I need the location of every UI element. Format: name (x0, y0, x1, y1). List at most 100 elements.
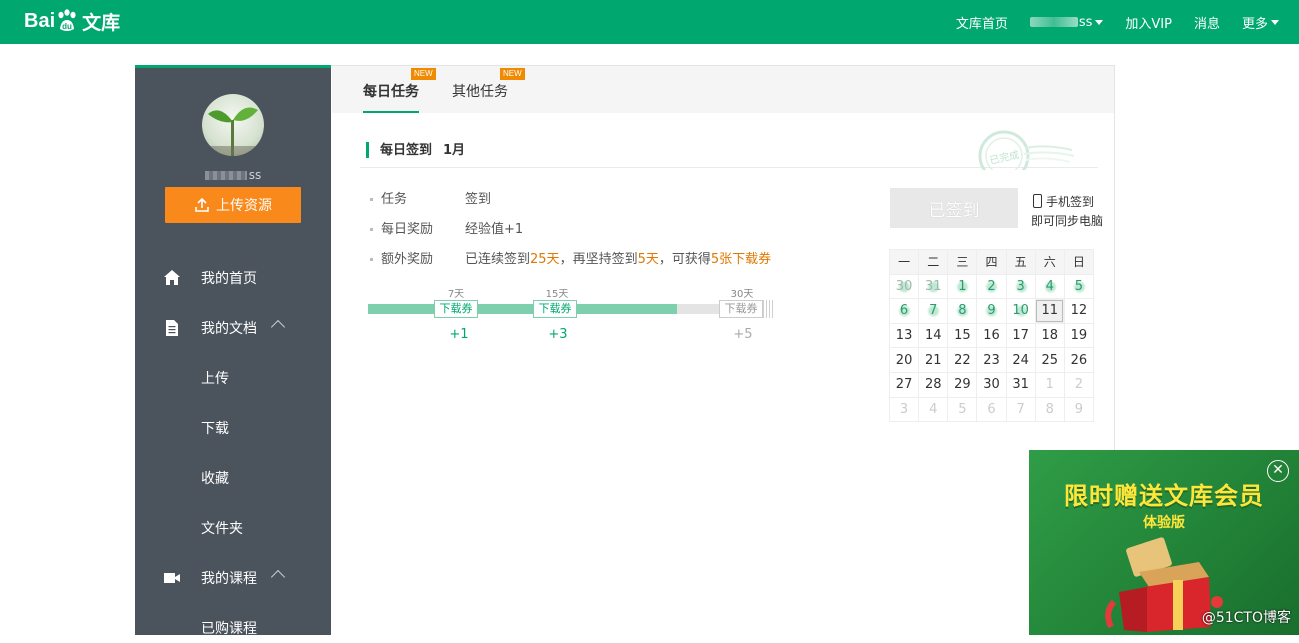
calendar-day: 25 (1034, 347, 1065, 373)
new-badge: NEW (411, 68, 436, 80)
sidebar-item-label: 已购课程 (201, 621, 257, 637)
calendar-day-other-month: 7 (1005, 396, 1036, 423)
calendar-day-signed: 5 (1063, 273, 1095, 300)
nav-wenku-home[interactable]: 文库首页 (956, 13, 1008, 32)
remaining-days: 5天 (637, 252, 659, 267)
upload-resource-label: 上传资源 (216, 198, 272, 214)
avatar[interactable] (202, 94, 264, 156)
vip-promo-popup[interactable]: ✕ 限时赠送文库会员 体验版 @51CTO博客 (1029, 450, 1299, 635)
calendar-day-signed: 31 (918, 273, 949, 300)
calendar-day: 22 (947, 347, 978, 373)
extra-reward-text: ，可获得 (658, 252, 711, 267)
calendar-day: 23 (976, 347, 1007, 373)
calendar-day-other-month: 6 (976, 396, 1007, 423)
sign-calendar: 一 二 三 四 五 六 日 30 31 1 2 3 4 5 6 7 8 9 10… (888, 249, 1095, 423)
top-bar: Bai du 文库 文库首页 ss 加入VIP 消息 更多 (0, 0, 1299, 44)
document-icon (166, 320, 178, 336)
stamp-text: 已完成 (988, 148, 1020, 167)
weekday-label: 日 (1063, 249, 1095, 275)
calendar-day: 27 (888, 371, 920, 398)
sidebar-item-my-courses[interactable]: 我的课程 (135, 563, 331, 593)
nav-more[interactable]: 更多 (1242, 13, 1279, 32)
nav-messages[interactable]: 消息 (1194, 13, 1220, 32)
task-value: 签到 (465, 192, 492, 207)
username-blur (1029, 17, 1078, 27)
chevron-up-icon (270, 569, 286, 585)
logo-text-du: du (62, 22, 72, 31)
calendar-day-other-month: 9 (1063, 396, 1095, 423)
upload-resource-button[interactable]: 上传资源 (165, 187, 301, 223)
calendar-day: 26 (1063, 347, 1095, 373)
coupon-count: 5张下载券 (710, 252, 772, 267)
sidebar-item-label: 下载 (201, 421, 229, 437)
calendar-day-signed: 3 (1005, 273, 1036, 300)
promo-title: 限时赠送文库会员 (1064, 482, 1264, 510)
calendar-day: 15 (947, 322, 978, 349)
progress-end-cap (763, 300, 775, 318)
calendar-week-row: 20 21 22 23 24 25 26 (888, 347, 1095, 373)
sidebar-item-download[interactable]: 下载 (135, 413, 331, 443)
nav-username-suffix: ss (1078, 14, 1093, 30)
nav-user-menu[interactable]: ss (1029, 14, 1104, 30)
weekday-label: 六 (1034, 249, 1065, 275)
sidebar-item-folders[interactable]: 文件夹 (135, 513, 331, 543)
sidebar-item-upload[interactable]: 上传 (135, 363, 331, 393)
sidebar-item-my-docs[interactable]: 我的文档 (135, 313, 331, 343)
bullet-icon (370, 198, 373, 201)
calendar-day: 31 (1005, 371, 1036, 398)
username-suffix: ss (248, 168, 262, 182)
calendar-day-signed: 10 (1005, 298, 1036, 324)
milestone-plus: +3 (548, 327, 568, 342)
sidebar-item-favorites[interactable]: 收藏 (135, 463, 331, 493)
weekday-label: 四 (976, 249, 1007, 275)
streak-days: 25天 (530, 252, 560, 267)
calendar-day: 30 (976, 371, 1007, 398)
sidebar-item-label: 收藏 (201, 471, 229, 487)
calendar-week-row: 13 14 15 16 17 18 19 (888, 322, 1095, 349)
nav-more-label: 更多 (1241, 16, 1268, 32)
tab-label: 其他任务 (452, 84, 508, 100)
sidebar-item-purchased-courses[interactable]: 已购课程 (135, 613, 331, 643)
home-icon (164, 270, 180, 285)
sidebar-item-label: 上传 (201, 371, 229, 387)
calendar-day-signed: 7 (918, 298, 949, 324)
calendar-day-other-month: 4 (918, 396, 949, 423)
milestone-plus: +1 (449, 327, 469, 342)
calendar-day-today: 11 (1034, 298, 1065, 324)
sidebar-item-label: 我的首页 (201, 271, 257, 287)
calendar-day: 17 (1005, 322, 1036, 349)
calendar-weekday-row: 一 二 三 四 五 六 日 (888, 249, 1095, 275)
extra-reward-text: ，再坚持签到 (559, 252, 638, 267)
calendar-day: 13 (888, 322, 920, 349)
calendar-week-row: 27 28 29 30 31 1 2 (888, 371, 1095, 398)
chevron-up-icon (270, 319, 286, 335)
calendar-day: 21 (918, 347, 949, 373)
top-nav: 文库首页 ss 加入VIP 消息 更多 (934, 0, 1279, 44)
baidu-wenku-logo[interactable]: Bai du 文库 (24, 5, 120, 37)
extra-reward-text: 已连续签到 (465, 252, 531, 267)
section-month: 1月 (443, 143, 466, 158)
upload-icon (195, 197, 209, 212)
calendar-day-signed: 8 (947, 298, 978, 324)
milestone-day-label: 30天 (730, 289, 754, 300)
nav-join-vip[interactable]: 加入VIP (1125, 13, 1172, 32)
completed-stamp-icon: 已完成 (978, 130, 1075, 170)
mobile-sign-hint[interactable]: 手机签到 即可同步电脑 (1031, 193, 1103, 231)
calendar-day-other-month: 2 (1063, 371, 1095, 398)
tab-label: 每日任务 (363, 84, 419, 100)
sidebar-item-my-home[interactable]: 我的首页 (135, 263, 331, 293)
signed-in-button[interactable]: 已签到 (890, 188, 1018, 228)
calendar-day: 20 (888, 347, 920, 373)
sidebar-item-label: 文件夹 (201, 521, 243, 537)
extra-reward-key: 额外奖励 (381, 252, 434, 267)
bullet-icon (370, 228, 373, 231)
calendar-day-other-month: 8 (1034, 396, 1065, 423)
calendar-day-signed: 6 (888, 298, 920, 324)
calendar-day-signed: 1 (947, 273, 978, 300)
milestone-coupon: 下载券 (533, 300, 577, 318)
bullet-icon (370, 258, 373, 261)
calendar-day-signed: 4 (1034, 273, 1065, 300)
calendar-day-other-month: 1 (1034, 371, 1065, 398)
username-blur (204, 171, 247, 180)
calendar-day: 29 (947, 371, 978, 398)
